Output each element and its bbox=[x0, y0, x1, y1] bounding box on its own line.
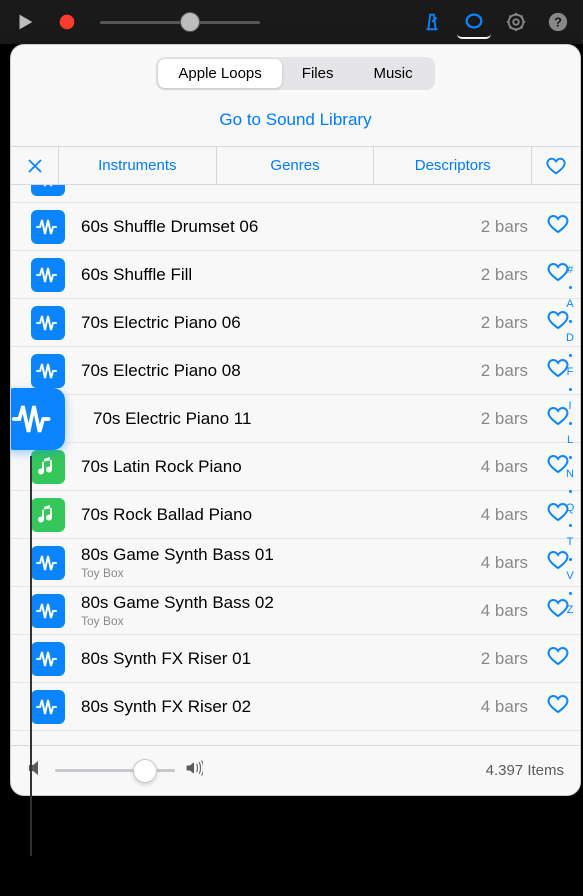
waveform-icon[interactable] bbox=[31, 258, 65, 292]
music-note-icon[interactable] bbox=[31, 498, 65, 532]
loop-browser-panel: Apple Loops Files Music Go to Sound Libr… bbox=[10, 44, 581, 796]
loop-browser-icon[interactable] bbox=[457, 5, 491, 39]
favorite-button[interactable] bbox=[546, 644, 570, 673]
record-button[interactable] bbox=[50, 5, 84, 39]
loop-title: 70s Electric Piano 11 bbox=[93, 409, 481, 429]
waveform-icon[interactable] bbox=[31, 185, 65, 196]
loop-bars: 2 bars bbox=[481, 649, 528, 669]
list-item[interactable]: 70s Electric Piano 082 bars bbox=[11, 347, 580, 395]
loop-bars: 2 bars bbox=[481, 217, 528, 237]
favorite-button[interactable] bbox=[546, 308, 570, 337]
list-item[interactable]: 70s Electric Piano 112 bars bbox=[11, 395, 580, 443]
filter-instruments[interactable]: Instruments bbox=[59, 147, 217, 184]
waveform-icon[interactable] bbox=[31, 306, 65, 340]
list-item[interactable]: 60s Shuffle Fill2 bars bbox=[11, 251, 580, 299]
app-toolbar: ? bbox=[0, 0, 583, 44]
list-item[interactable]: 70s Rock Ballad Piano4 bars bbox=[11, 491, 580, 539]
favorite-button[interactable] bbox=[546, 500, 570, 529]
loop-bars: 4 bars bbox=[481, 697, 528, 717]
loop-bars: 4 bars bbox=[481, 553, 528, 573]
loop-title: 70s Latin Rock Piano bbox=[81, 457, 481, 477]
waveform-icon[interactable] bbox=[31, 546, 65, 580]
filter-descriptors[interactable]: Descriptors bbox=[374, 147, 532, 184]
source-segmented: Apple Loops Files Music bbox=[11, 45, 580, 100]
waveform-icon[interactable] bbox=[31, 690, 65, 724]
loop-bars: 2 bars bbox=[481, 409, 528, 429]
loop-title: 60s Shuffle Drumset 05 bbox=[81, 185, 481, 189]
loop-bars: 4 bars bbox=[481, 601, 528, 621]
loop-bars: 2 bars bbox=[481, 361, 528, 381]
clear-filter-button[interactable] bbox=[11, 147, 59, 184]
go-to-sound-library-link[interactable]: Go to Sound Library bbox=[11, 100, 580, 147]
filter-favorites[interactable] bbox=[532, 147, 580, 184]
volume-slider[interactable] bbox=[55, 769, 175, 772]
list-item[interactable]: 60s Shuffle Drumset 062 bars bbox=[11, 203, 580, 251]
loop-title: 80s Game Synth Bass 01Toy Box bbox=[81, 545, 481, 580]
loop-bars: 2 bars bbox=[481, 265, 528, 285]
loop-bars: 2 bars bbox=[481, 185, 528, 189]
waveform-icon[interactable] bbox=[31, 594, 65, 628]
loop-title: 70s Electric Piano 06 bbox=[81, 313, 481, 333]
loop-subtitle: Toy Box bbox=[81, 566, 481, 580]
waveform-icon[interactable] bbox=[11, 388, 65, 450]
list-item[interactable]: 60s Shuffle Drumset 052 bars bbox=[11, 185, 580, 203]
list-item[interactable]: 70s Electric Piano 062 bars bbox=[11, 299, 580, 347]
waveform-icon[interactable] bbox=[31, 642, 65, 676]
loop-title: 70s Electric Piano 08 bbox=[81, 361, 481, 381]
loop-title: 80s Synth FX Riser 01 bbox=[81, 649, 481, 669]
list-item[interactable]: 70s Latin Rock Piano4 bars bbox=[11, 443, 580, 491]
help-icon[interactable]: ? bbox=[541, 5, 575, 39]
favorite-button[interactable] bbox=[546, 692, 570, 721]
segment-music[interactable]: Music bbox=[353, 59, 432, 88]
music-note-icon[interactable] bbox=[31, 450, 65, 484]
favorite-button[interactable] bbox=[546, 404, 570, 433]
list-item[interactable]: 80s Game Synth Bass 02Toy Box4 bars bbox=[11, 587, 580, 635]
list-item[interactable]: 80s Synth FX Riser 024 bars bbox=[11, 683, 580, 731]
svg-text:?: ? bbox=[554, 15, 562, 30]
loop-bars: 2 bars bbox=[481, 313, 528, 333]
favorite-button[interactable] bbox=[546, 185, 570, 193]
favorite-button[interactable] bbox=[546, 596, 570, 625]
loop-bars: 4 bars bbox=[481, 505, 528, 525]
loop-title: 70s Rock Ballad Piano bbox=[81, 505, 481, 525]
volume-high-icon bbox=[185, 759, 203, 782]
segment-files[interactable]: Files bbox=[282, 59, 354, 88]
panel-footer: 4.397 Items bbox=[11, 745, 580, 795]
list-item[interactable]: 80s Game Synth Bass 01Toy Box4 bars bbox=[11, 539, 580, 587]
loop-title: 80s Synth FX Riser 02 bbox=[81, 697, 481, 717]
favorite-button[interactable] bbox=[546, 356, 570, 385]
loop-subtitle: Toy Box bbox=[81, 614, 481, 628]
list-item[interactable]: 80s Synth FX Riser 012 bars bbox=[11, 635, 580, 683]
toolbar-slider[interactable] bbox=[100, 21, 260, 24]
favorite-button[interactable] bbox=[546, 260, 570, 289]
settings-icon[interactable] bbox=[499, 5, 533, 39]
filter-genres[interactable]: Genres bbox=[217, 147, 375, 184]
loop-title: 80s Game Synth Bass 02Toy Box bbox=[81, 593, 481, 628]
metronome-icon[interactable] bbox=[415, 5, 449, 39]
loop-title: 60s Shuffle Fill bbox=[81, 265, 481, 285]
loop-bars: 4 bars bbox=[481, 457, 528, 477]
favorite-button[interactable] bbox=[546, 212, 570, 241]
loop-title: 60s Shuffle Drumset 06 bbox=[81, 217, 481, 237]
filter-bar: Instruments Genres Descriptors bbox=[11, 147, 580, 185]
favorite-button[interactable] bbox=[546, 548, 570, 577]
callout-line bbox=[30, 456, 32, 856]
loop-list: 60s Shuffle Drumset 052 bars60s Shuffle … bbox=[11, 185, 580, 745]
waveform-icon[interactable] bbox=[31, 354, 65, 388]
waveform-icon[interactable] bbox=[31, 210, 65, 244]
items-count: 4.397 Items bbox=[486, 762, 564, 779]
favorite-button[interactable] bbox=[546, 452, 570, 481]
segment-apple-loops[interactable]: Apple Loops bbox=[158, 59, 281, 88]
play-button[interactable] bbox=[8, 5, 42, 39]
